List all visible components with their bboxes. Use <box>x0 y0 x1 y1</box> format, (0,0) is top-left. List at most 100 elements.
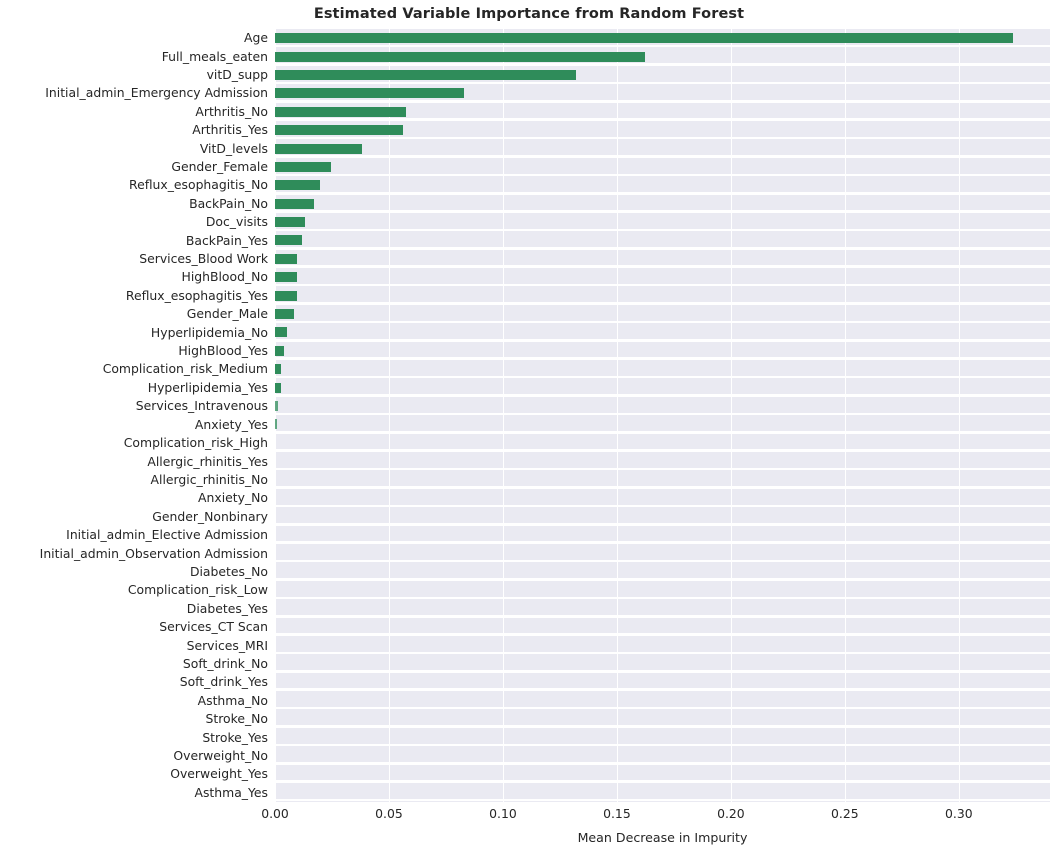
bar[interactable] <box>275 106 406 117</box>
figure-canvas: Estimated Variable Importance from Rando… <box>0 0 1058 860</box>
bar[interactable] <box>275 125 403 136</box>
bar-row[interactable] <box>275 544 1050 563</box>
y-tick-label: Full_meals_eaten <box>161 48 268 64</box>
bar-row[interactable] <box>275 783 1050 802</box>
x-tick-label: 0.15 <box>603 806 631 821</box>
bar[interactable] <box>275 235 302 246</box>
x-tick-label: 0.10 <box>489 806 517 821</box>
x-axis-title: Mean Decrease in Impurity <box>577 830 748 845</box>
bar-row[interactable] <box>275 29 1050 48</box>
bar-row[interactable] <box>275 47 1050 66</box>
bar-row[interactable] <box>275 305 1050 324</box>
y-tick-label: Age <box>244 30 268 46</box>
y-tick-label: Stroke_Yes <box>202 729 268 745</box>
bar-row[interactable] <box>275 489 1050 508</box>
bar-row[interactable] <box>275 470 1050 489</box>
bar-row[interactable] <box>275 673 1050 692</box>
bar-row[interactable] <box>275 434 1050 452</box>
y-tick-label: Initial_admin_Observation Admission <box>39 545 268 561</box>
bar-row[interactable] <box>275 268 1050 287</box>
bar[interactable] <box>275 253 297 264</box>
bar-row[interactable] <box>275 195 1050 213</box>
bar[interactable] <box>275 161 332 172</box>
y-tick-label: Arthritis_No <box>195 103 268 119</box>
bar-row[interactable] <box>275 176 1050 195</box>
bar[interactable] <box>275 33 1013 44</box>
bar[interactable] <box>275 272 297 283</box>
bar-row[interactable] <box>275 360 1050 379</box>
bar[interactable] <box>275 198 314 209</box>
bar-row[interactable] <box>275 323 1050 342</box>
bar-row[interactable] <box>275 562 1050 581</box>
bar[interactable] <box>275 290 297 301</box>
bar[interactable] <box>275 69 576 80</box>
bar[interactable] <box>275 88 464 99</box>
bar-row[interactable] <box>275 709 1050 728</box>
y-tick-label: Hyperlipidemia_Yes <box>147 379 268 395</box>
bar[interactable] <box>275 180 320 191</box>
bar[interactable] <box>275 345 285 356</box>
bar-row[interactable] <box>275 397 1050 416</box>
bar-row[interactable] <box>275 654 1050 673</box>
y-tick-label: Gender_Male <box>186 306 268 322</box>
y-tick-label: BackPain_Yes <box>185 232 268 248</box>
bar-rows <box>275 29 1050 802</box>
bar-row[interactable] <box>275 636 1050 655</box>
bar-row[interactable] <box>275 728 1050 747</box>
x-axis-tick-labels: 0.00 0.05 0.10 0.15 0.20 0.25 0.30 <box>0 806 1058 826</box>
y-tick-label: HighBlood_Yes <box>178 343 268 359</box>
bar-row[interactable] <box>275 507 1050 526</box>
bar-row[interactable] <box>275 84 1050 103</box>
y-tick-label: Services_Blood Work <box>139 251 268 267</box>
bar[interactable] <box>275 401 278 411</box>
bar-row[interactable] <box>275 158 1050 177</box>
y-tick-label: Overweight_Yes <box>170 766 268 782</box>
chart-title: Estimated Variable Importance from Rando… <box>313 6 745 22</box>
bar-row[interactable] <box>275 139 1050 158</box>
bar-row[interactable] <box>275 342 1050 361</box>
bar-row[interactable] <box>275 526 1050 544</box>
bar-row[interactable] <box>275 286 1050 305</box>
bar-row[interactable] <box>275 250 1050 269</box>
bar[interactable] <box>275 143 363 154</box>
bar-row[interactable] <box>275 581 1050 600</box>
y-tick-label: Services_Intravenous <box>135 398 268 414</box>
y-tick-label: Diabetes_Yes <box>186 600 268 616</box>
bar[interactable] <box>275 382 281 393</box>
bar-row[interactable] <box>275 691 1050 710</box>
bar-row[interactable] <box>275 452 1050 471</box>
row-separator <box>275 798 1050 802</box>
y-tick-label: VitD_levels <box>199 140 268 156</box>
bar[interactable] <box>275 51 645 62</box>
bar-row[interactable] <box>275 378 1050 397</box>
bar[interactable] <box>275 327 288 338</box>
y-tick-label: Services_MRI <box>186 637 268 653</box>
y-tick-label: Soft_drink_Yes <box>179 674 268 690</box>
y-tick-label: Reflux_esophagitis_No <box>129 177 268 193</box>
bar-row[interactable] <box>275 231 1050 250</box>
bar[interactable] <box>275 309 294 320</box>
bar[interactable] <box>275 217 306 228</box>
y-axis-tick-labels: Age Full_meals_eaten vitD_supp Initial_admi… <box>0 29 268 802</box>
bar-row[interactable] <box>275 746 1050 765</box>
bar[interactable] <box>275 364 281 375</box>
y-tick-label: Asthma_Yes <box>194 784 268 800</box>
bar-row[interactable] <box>275 103 1050 121</box>
y-tick-label: Doc_visits <box>205 214 268 230</box>
bar-row[interactable] <box>275 415 1050 434</box>
bar-row[interactable] <box>275 599 1050 618</box>
y-tick-label: vitD_supp <box>206 67 268 82</box>
bar-row[interactable] <box>275 765 1050 784</box>
y-tick-label: Complication_risk_High <box>123 435 268 451</box>
y-tick-label: Soft_drink_No <box>182 655 268 671</box>
x-tick-label: 0.25 <box>831 806 859 821</box>
y-tick-label: Anxiety_Yes <box>194 416 268 432</box>
bar-row[interactable] <box>275 121 1050 140</box>
bar-row[interactable] <box>275 213 1050 232</box>
bar-row[interactable] <box>275 618 1050 636</box>
y-tick-label: Hyperlipidemia_No <box>150 324 268 340</box>
bar-row[interactable] <box>275 66 1050 85</box>
y-tick-label: Stroke_No <box>205 711 268 727</box>
x-tick-label: 0.30 <box>945 806 973 821</box>
bar[interactable] <box>275 419 277 430</box>
